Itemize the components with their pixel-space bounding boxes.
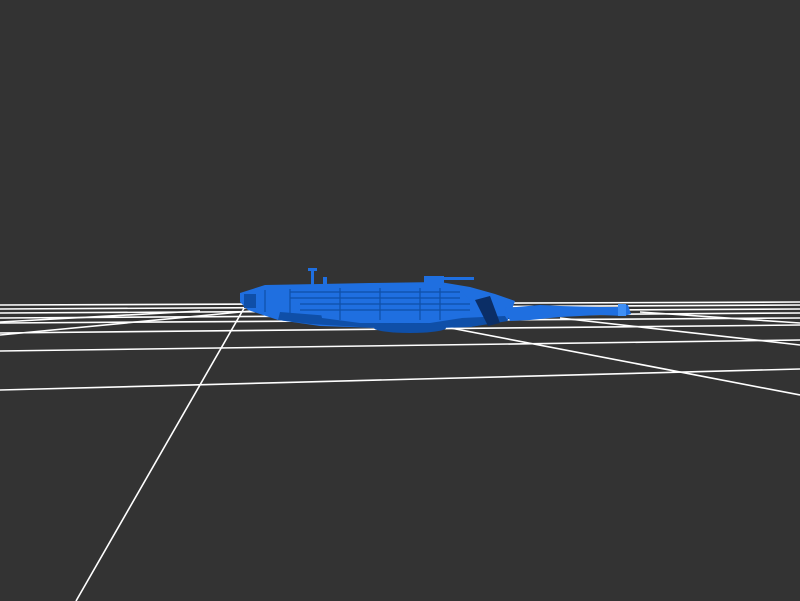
3d-viewport[interactable] [0,0,800,601]
rear-stowage [244,294,256,308]
antenna-base [323,277,327,286]
machine-gun [440,277,474,280]
muzzle [618,304,626,316]
turret-ring [374,323,446,333]
antenna-top [308,268,317,271]
turret [318,283,470,323]
